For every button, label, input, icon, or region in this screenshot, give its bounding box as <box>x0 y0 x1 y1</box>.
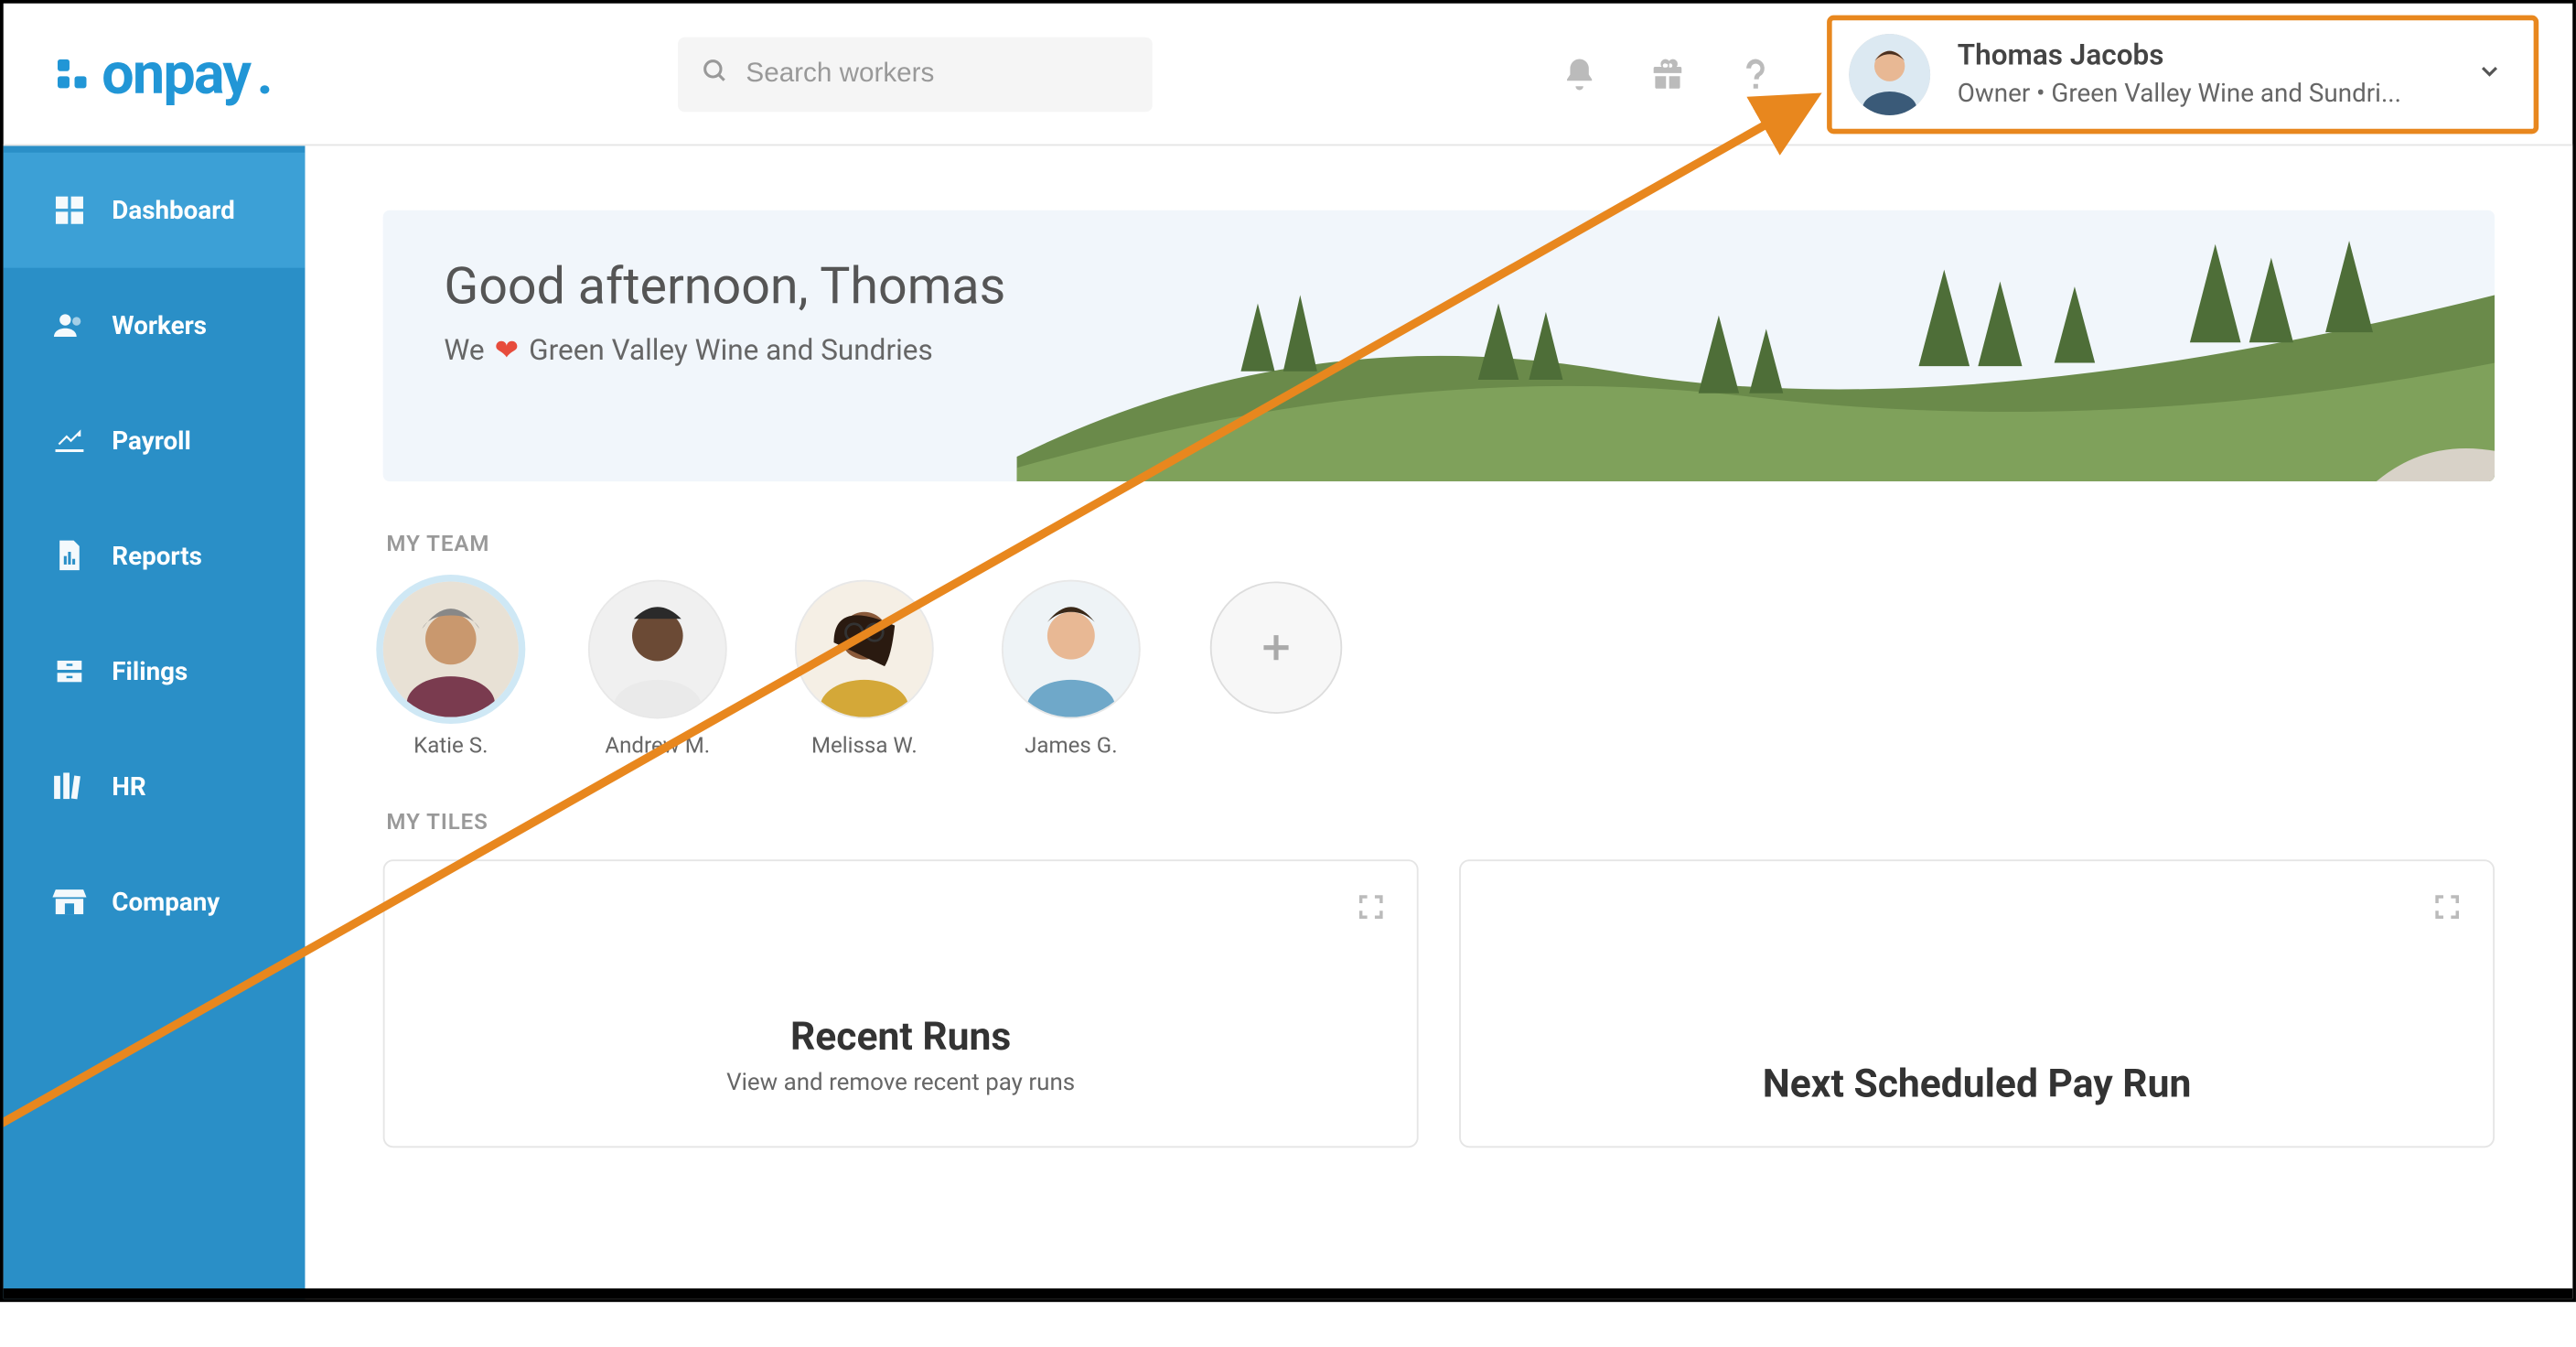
help-icon[interactable] <box>1735 53 1776 93</box>
avatar <box>590 581 725 717</box>
sidebar-item-label: Filings <box>112 656 188 686</box>
logo-dot: . <box>257 40 272 108</box>
sidebar-item-label: HR <box>112 771 145 802</box>
user-info: Thomas Jacobs Owner • Green Valley Wine … <box>1958 38 2401 111</box>
sidebar-item-label: Dashboard <box>112 195 235 225</box>
person-icon <box>51 307 89 344</box>
hand-dollar-icon <box>51 422 89 459</box>
user-name: Thomas Jacobs <box>1958 38 2401 76</box>
sidebar-item-company[interactable]: Company <box>4 845 306 960</box>
sidebar-item-reports[interactable]: Reports <box>4 499 306 614</box>
sidebar-item-label: Reports <box>112 541 202 571</box>
hero-banner: Good afternoon, Thomas We ❤ Green Valley… <box>383 210 2495 481</box>
sidebar-item-hr[interactable]: HR <box>4 729 306 845</box>
tile-subtitle: View and remove recent pay runs <box>726 1070 1075 1097</box>
avatar <box>1004 581 1139 717</box>
sidebar-item-dashboard[interactable]: Dashboard <box>4 153 306 268</box>
tiles-row: Recent Runs View and remove recent pay r… <box>383 859 2495 1148</box>
search-icon <box>702 57 729 91</box>
sidebar: Dashboard Workers Payroll Reports Filing… <box>4 145 306 1299</box>
plus-icon <box>1210 581 1343 714</box>
team-member-name: Melissa W. <box>811 734 918 760</box>
sidebar-item-workers[interactable]: Workers <box>4 268 306 383</box>
my-team-label: MY TEAM <box>386 533 2495 558</box>
user-menu[interactable]: Thomas Jacobs Owner • Green Valley Wine … <box>1827 15 2538 134</box>
notifications-icon[interactable] <box>1559 53 1599 93</box>
books-icon <box>51 768 89 805</box>
team-member-name: James G. <box>1025 734 1117 760</box>
user-avatar <box>1849 33 1930 114</box>
file-chart-icon <box>51 537 89 575</box>
bottom-crop <box>4 1288 2573 1299</box>
tile-next-pay-run[interactable]: Next Scheduled Pay Run <box>1459 859 2495 1148</box>
avatar <box>383 581 519 717</box>
hero-illustration <box>1016 210 2495 481</box>
team-member[interactable]: Katie S. <box>383 581 519 760</box>
chevron-down-icon <box>2476 57 2504 91</box>
grid-icon <box>51 191 89 229</box>
logo-text: onpay <box>102 40 250 108</box>
add-team-member[interactable] <box>1210 581 1343 760</box>
main-content: Good afternoon, Thomas We ❤ Green Valley… <box>305 145 2572 1299</box>
tile-title: Recent Runs <box>790 1014 1011 1060</box>
team-member[interactable]: James G. <box>1004 581 1139 760</box>
sidebar-item-label: Company <box>112 887 220 917</box>
drawer-icon <box>51 652 89 690</box>
heart-icon: ❤ <box>495 334 519 368</box>
sidebar-item-payroll[interactable]: Payroll <box>4 383 306 499</box>
my-tiles-label: MY TILES <box>386 811 2495 836</box>
storefront-icon <box>51 883 89 921</box>
expand-icon[interactable] <box>1356 891 1386 929</box>
logo-icon <box>54 55 91 92</box>
header: onpay. <box>4 4 2573 146</box>
team-member[interactable]: Andrew M. <box>590 581 725 760</box>
header-center <box>272 37 1559 112</box>
team-member[interactable]: Melissa W. <box>797 581 932 760</box>
sidebar-item-label: Workers <box>112 310 207 340</box>
sidebar-item-filings[interactable]: Filings <box>4 614 306 729</box>
gift-icon[interactable] <box>1648 53 1688 93</box>
sidebar-item-label: Payroll <box>112 426 191 456</box>
team-member-name: Andrew M. <box>605 734 710 760</box>
team-list: Katie S. Andrew M. Melissa W. James G. <box>383 581 2495 760</box>
expand-icon[interactable] <box>2431 891 2462 929</box>
tile-title: Next Scheduled Pay Run <box>1763 1061 2192 1107</box>
search-box[interactable] <box>678 37 1153 112</box>
search-input[interactable] <box>746 59 1129 89</box>
team-member-name: Katie S. <box>413 734 488 760</box>
avatar <box>797 581 932 717</box>
user-subtitle: Owner • Green Valley Wine and Sundri... <box>1958 76 2401 111</box>
header-icons <box>1559 53 1776 93</box>
tile-recent-runs[interactable]: Recent Runs View and remove recent pay r… <box>383 859 1419 1148</box>
logo[interactable]: onpay. <box>54 40 272 108</box>
